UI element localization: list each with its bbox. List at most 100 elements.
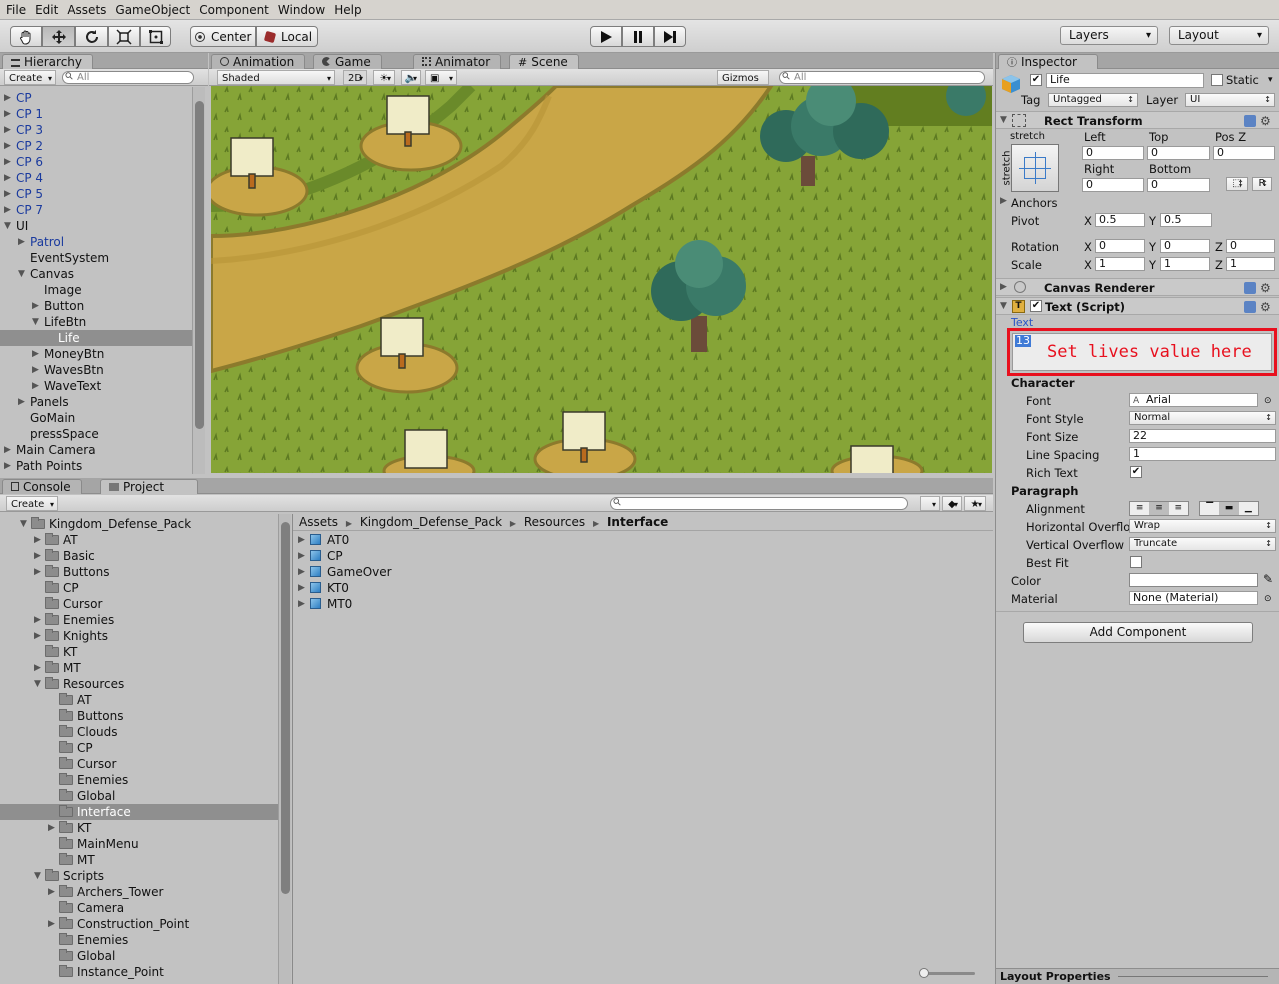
hierarchy-scrollbar[interactable] <box>192 87 205 474</box>
hierarchy-item[interactable]: ▶ Main Camera <box>0 442 192 458</box>
expand-arrow-icon[interactable]: ▶ <box>4 458 11 474</box>
font-size-field[interactable]: 22 <box>1129 429 1276 443</box>
hierarchy-item[interactable]: ▼ LifeBtn <box>0 314 192 330</box>
project-folder-item[interactable]: ▶ AT <box>0 532 278 548</box>
material-field[interactable]: None (Material) <box>1129 591 1258 605</box>
expand-arrow-icon[interactable]: ▶ <box>298 532 305 548</box>
expand-arrow-icon[interactable]: ▶ <box>298 596 305 612</box>
hierarchy-item[interactable]: ▶ CP 5 <box>0 186 192 202</box>
project-folder-item[interactable]: Cursor <box>0 596 278 612</box>
asset-item[interactable]: ▶ MT0 <box>293 596 593 612</box>
align-left-icon[interactable]: ≡ <box>1130 502 1149 515</box>
hand-tool-button[interactable] <box>10 26 42 47</box>
project-folder-item[interactable]: Instance_Point <box>0 964 278 980</box>
project-folder-item[interactable]: ▼ Scripts <box>0 868 278 884</box>
pivot-center-toggle[interactable]: Center <box>190 26 256 47</box>
expand-arrow-icon[interactable]: ▶ <box>4 122 11 138</box>
rotate-tool-button[interactable] <box>75 26 108 47</box>
posz-field[interactable]: 0 <box>1213 146 1275 160</box>
hierarchy-item[interactable]: ▶ Patrol <box>0 234 192 250</box>
collapse-arrow-icon[interactable]: ▼ <box>4 218 11 234</box>
gizmos-dropdown[interactable]: Gizmos <box>717 70 769 101</box>
rect-tool-button[interactable] <box>140 26 171 47</box>
object-picker-icon[interactable]: ⊙ <box>1264 592 1272 606</box>
expand-arrow-icon[interactable]: ▶ <box>4 154 11 170</box>
hierarchy-item[interactable]: ▶ Button <box>0 298 192 314</box>
expand-arrow-icon[interactable]: ▶ <box>34 628 41 644</box>
align-top-icon[interactable]: ▔ <box>1200 502 1219 515</box>
project-tree-scrollbar[interactable] <box>278 514 291 984</box>
rich-text-checkbox[interactable]: ✔ <box>1130 466 1142 478</box>
project-folder-item[interactable]: Interface <box>0 804 278 820</box>
expand-arrow-icon[interactable]: ▶ <box>34 548 41 564</box>
project-folder-item[interactable]: Enemies <box>0 772 278 788</box>
rect-transform-header[interactable]: ▼ Rect Transform ⚙ <box>996 111 1279 129</box>
collapse-arrow-icon[interactable]: ▼ <box>18 266 25 282</box>
hierarchy-item[interactable]: ▶ CP <box>0 90 192 106</box>
menu-gameobject[interactable]: GameObject <box>113 0 197 20</box>
eyedropper-icon[interactable]: ✎ <box>1263 572 1273 586</box>
color-swatch[interactable] <box>1129 573 1258 587</box>
tab-project[interactable]: Project <box>100 479 198 494</box>
menu-file[interactable]: File <box>4 0 33 20</box>
hierarchy-item[interactable]: Life <box>0 330 192 346</box>
space-local-toggle[interactable]: Local <box>256 26 318 47</box>
shading-mode-dropdown[interactable]: Shaded <box>217 70 335 86</box>
font-style-dropdown[interactable]: Normal <box>1129 411 1276 425</box>
text-enabled-checkbox[interactable]: ✔ <box>1030 300 1042 312</box>
tab-scene[interactable]: # Scene <box>509 54 579 69</box>
align-right-icon[interactable]: ≡ <box>1169 502 1188 515</box>
hierarchy-item[interactable]: ▶ WavesBtn <box>0 362 192 378</box>
breadcrumb-kingdom-defense-pack[interactable]: Kingdom_Defense_Pack <box>360 515 502 529</box>
project-folder-item[interactable]: ▶ Basic <box>0 548 278 564</box>
layer-dropdown[interactable]: UI <box>1185 93 1275 107</box>
expand-arrow-icon[interactable]: ▶ <box>4 186 11 202</box>
project-folder-item[interactable]: ▶ Knights <box>0 628 278 644</box>
breadcrumb-resources[interactable]: Resources <box>524 515 585 529</box>
gameobject-name-field[interactable]: Life <box>1046 73 1204 88</box>
project-search-input[interactable] <box>610 497 908 510</box>
align-bottom-icon[interactable]: ▁ <box>1239 502 1258 515</box>
horizontal-overflow-dropdown[interactable]: Wrap <box>1129 519 1276 533</box>
asset-item[interactable]: ▶ CP <box>293 548 593 564</box>
zoom-slider-thumb[interactable] <box>919 968 929 978</box>
menu-window[interactable]: Window <box>276 0 332 20</box>
expand-arrow-icon[interactable]: ▶ <box>298 580 305 596</box>
expand-arrow-icon[interactable]: ▶ <box>32 362 39 378</box>
hierarchy-item[interactable]: Image <box>0 282 192 298</box>
hierarchy-item[interactable]: ▼ UI <box>0 218 192 234</box>
scene-audio-toggle[interactable]: 🔈 <box>401 70 421 86</box>
project-folder-item[interactable]: Buttons <box>0 708 278 724</box>
collapse-arrow-icon[interactable]: ▼ <box>34 676 41 692</box>
filter-by-label-button[interactable]: ◆ <box>942 496 962 512</box>
project-folder-item[interactable]: Camera <box>0 900 278 916</box>
project-folder-item[interactable]: Cursor <box>0 756 278 772</box>
project-folder-item[interactable]: AT <box>0 692 278 708</box>
tab-animator[interactable]: Animator <box>413 54 502 69</box>
menu-component[interactable]: Component <box>197 0 276 20</box>
tab-inspector[interactable]: ⓘ Inspector <box>998 54 1098 69</box>
expand-arrow-icon[interactable]: ▶ <box>298 548 305 564</box>
expand-arrow-icon[interactable]: ▶ <box>34 532 41 548</box>
tab-game[interactable]: Game <box>313 54 382 69</box>
hierarchy-item[interactable]: ▶ CP 3 <box>0 122 192 138</box>
project-folder-item[interactable]: ▶ Buttons <box>0 564 278 580</box>
align-middle-icon[interactable]: ▬ <box>1219 502 1239 515</box>
project-folder-item[interactable]: ▶ Enemies <box>0 612 278 628</box>
project-create-dropdown[interactable]: Create <box>6 496 58 512</box>
vertical-overflow-dropdown[interactable]: Truncate <box>1129 537 1276 551</box>
anchors-expand-arrow-icon[interactable]: ▶ <box>1000 193 1007 209</box>
project-folder-item[interactable]: ▼ Kingdom_Defense_Pack <box>0 516 278 532</box>
scene-viewport[interactable] <box>211 86 992 473</box>
collapse-arrow-icon[interactable]: ▼ <box>20 516 27 532</box>
expand-arrow-icon[interactable]: ▶ <box>4 106 11 122</box>
expand-arrow-icon[interactable]: ▶ <box>34 564 41 580</box>
bottom-field[interactable]: 0 <box>1147 178 1210 192</box>
expand-arrow-icon[interactable]: ▶ <box>4 202 11 218</box>
favorites-button[interactable]: ★ <box>964 496 986 512</box>
tab-console[interactable]: Console <box>2 479 82 494</box>
hierarchy-scroll-thumb[interactable] <box>195 101 204 429</box>
rotation-z-field[interactable]: 0 <box>1226 239 1275 253</box>
project-tree-scroll-thumb[interactable] <box>281 522 290 894</box>
font-field[interactable]: A Arial <box>1129 393 1258 407</box>
